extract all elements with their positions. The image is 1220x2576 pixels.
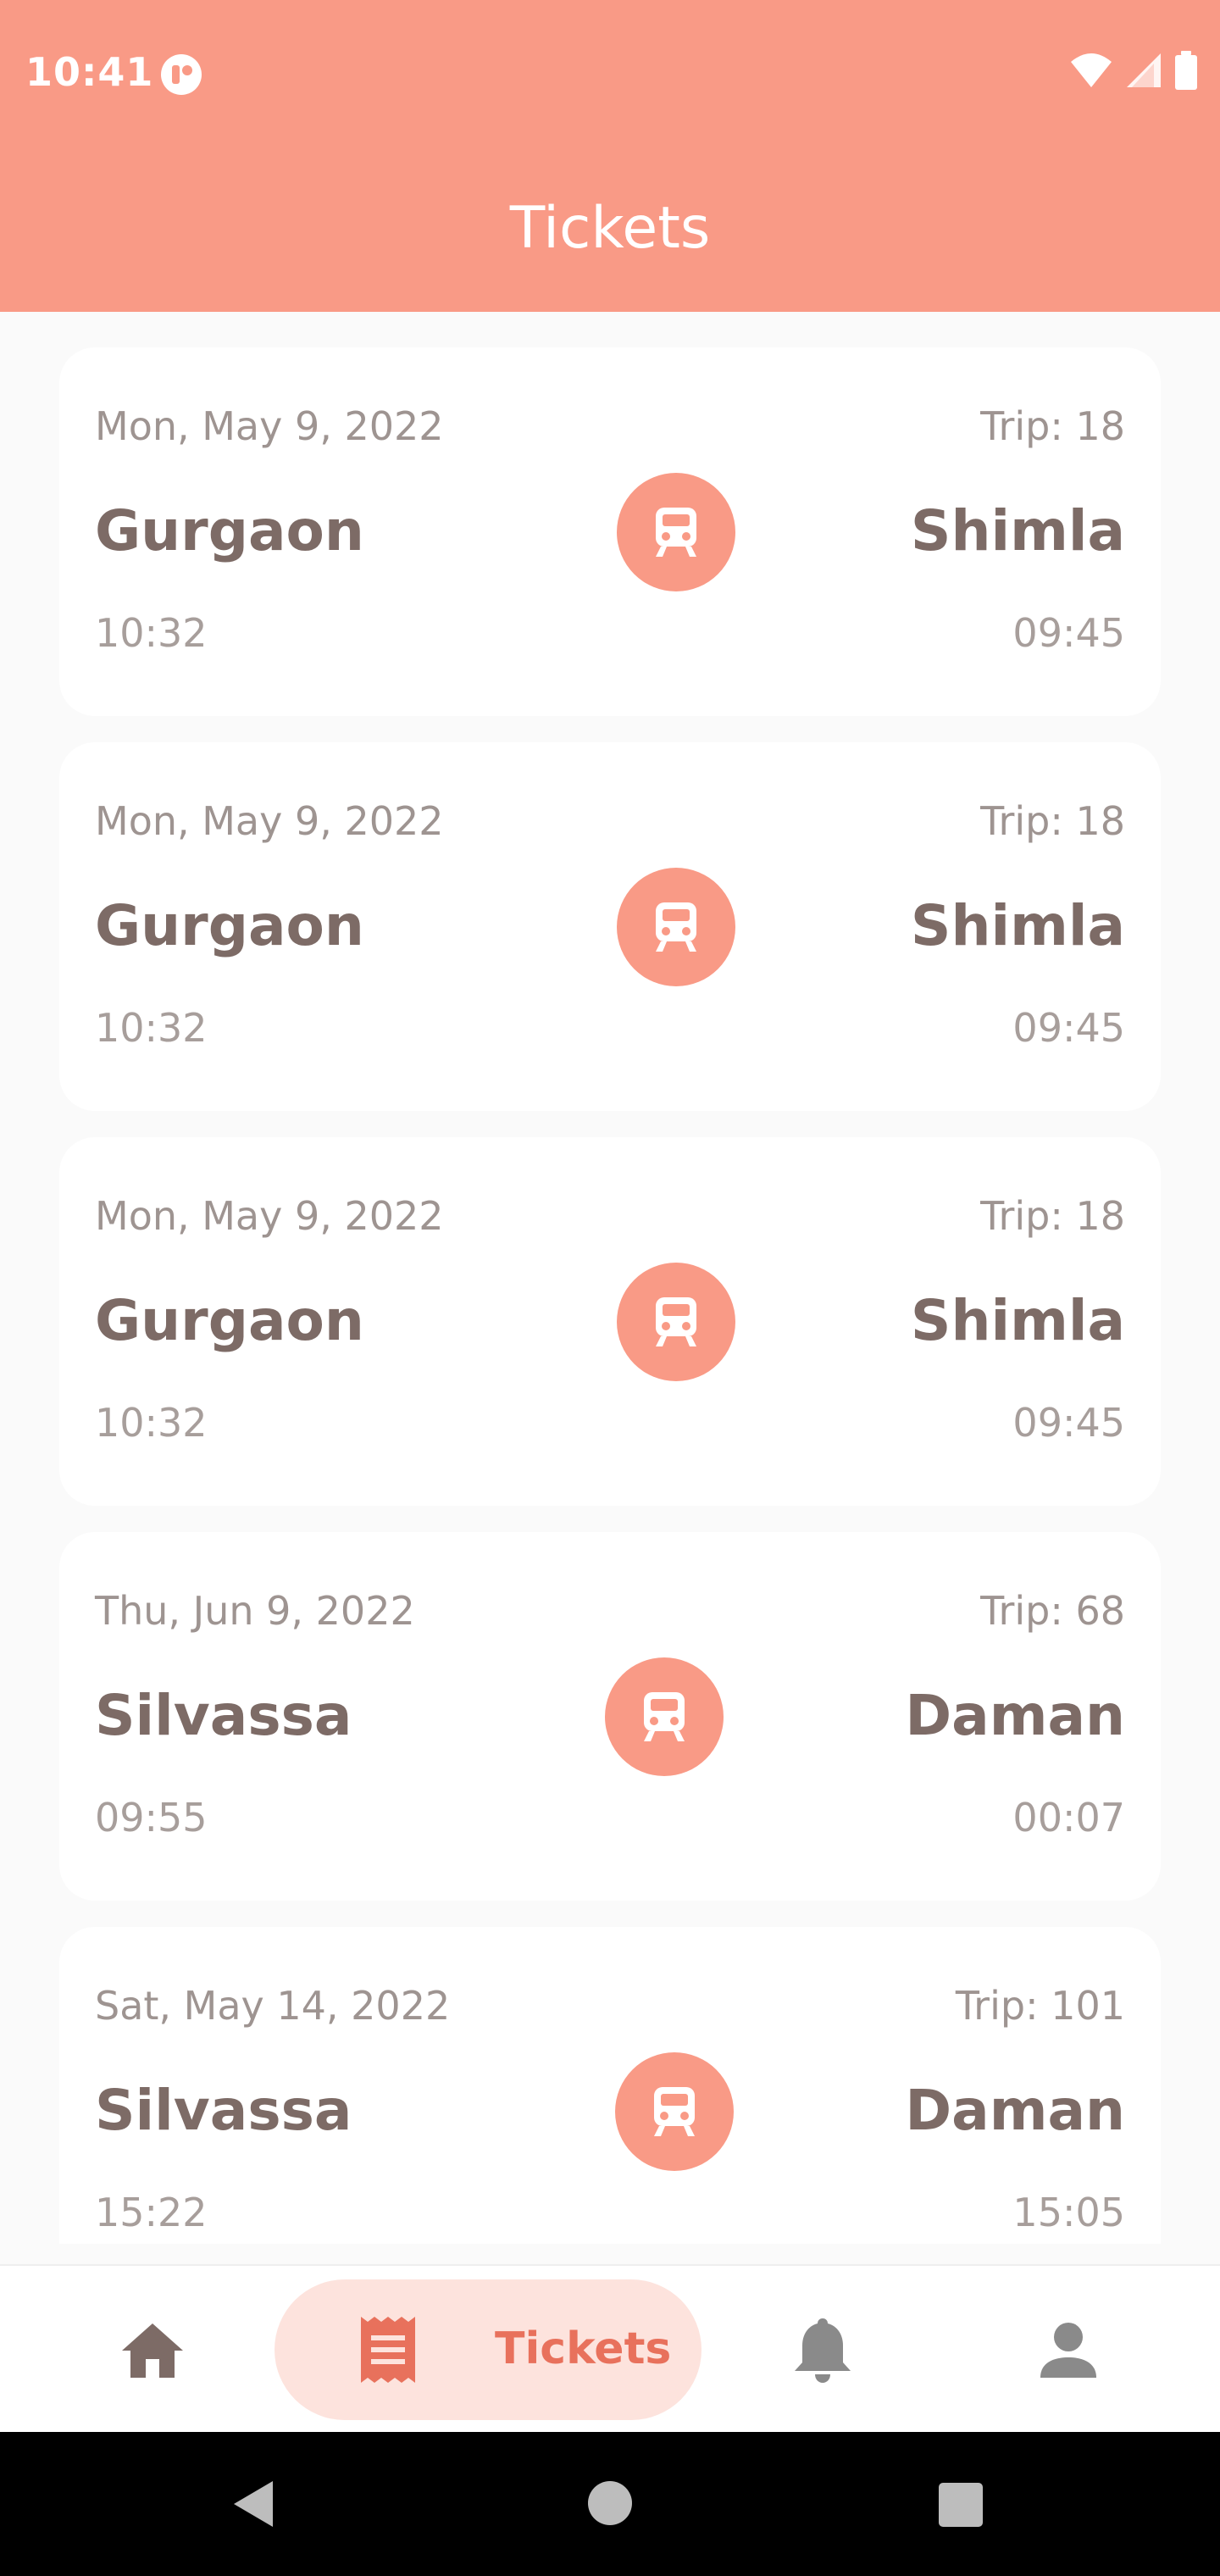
ticket-trip: Trip: 101 xyxy=(955,1983,1125,2029)
ticket-arrival-time: 00:07 xyxy=(1012,1795,1125,1840)
wifi-icon xyxy=(1069,52,1113,93)
battery-icon xyxy=(1174,51,1198,94)
ticket-date: Sat, May 14, 2022 xyxy=(95,1983,451,2029)
train-icon xyxy=(644,1692,685,1741)
ticket-departure-time: 10:32 xyxy=(95,1400,208,1446)
ticket-trip: Trip: 18 xyxy=(980,403,1125,449)
ticket-card[interactable]: Mon, May 9, 2022 Trip: 18 Gurgaon Shimla… xyxy=(59,742,1161,1111)
ticket-arrival-time: 15:05 xyxy=(1012,2190,1125,2235)
train-icon-badge xyxy=(615,2052,734,2171)
train-icon xyxy=(656,508,696,557)
ticket-card[interactable]: Thu, Jun 9, 2022 Trip: 68 Silvassa Daman… xyxy=(59,1532,1161,1901)
ticket-departure-time: 15:22 xyxy=(95,2190,208,2235)
train-icon xyxy=(656,902,696,952)
ticket-origin: Gurgaon xyxy=(95,893,364,958)
ticket-destination: Shimla xyxy=(910,893,1125,958)
nav-profile-button[interactable] xyxy=(1032,2313,1105,2386)
app-header: 10:41 Tickets xyxy=(0,0,1220,312)
ticket-date: Mon, May 9, 2022 xyxy=(95,403,444,449)
back-icon[interactable] xyxy=(227,2476,283,2532)
bottom-nav: Tickets xyxy=(0,2264,1220,2432)
ticket-date: Thu, Jun 9, 2022 xyxy=(95,1588,415,1634)
page-title: Tickets xyxy=(509,195,711,262)
person-icon xyxy=(1040,2323,1096,2378)
ticket-departure-time: 09:55 xyxy=(95,1795,208,1840)
ticket-trip: Trip: 68 xyxy=(980,1588,1125,1634)
ticket-destination: Shimla xyxy=(910,498,1125,564)
home-icon xyxy=(122,2323,183,2378)
ticket-destination: Daman xyxy=(905,1683,1125,1748)
ticket-departure-time: 10:32 xyxy=(95,1005,208,1051)
ticket-departure-time: 10:32 xyxy=(95,610,208,656)
ticket-destination: Daman xyxy=(905,2078,1125,2143)
train-icon-badge xyxy=(617,868,735,986)
ticket-arrival-time: 09:45 xyxy=(1012,1005,1125,1051)
nav-tickets-label: Tickets xyxy=(495,2323,672,2374)
nav-home-button[interactable] xyxy=(119,2317,186,2384)
ticket-trip: Trip: 18 xyxy=(980,1193,1125,1239)
ticket-card[interactable]: Mon, May 9, 2022 Trip: 18 Gurgaon Shimla… xyxy=(59,1137,1161,1506)
train-icon xyxy=(656,1297,696,1346)
status-time: 10:41 xyxy=(25,49,154,95)
ticket-origin: Gurgaon xyxy=(95,1288,364,1353)
recents-icon[interactable] xyxy=(939,2483,983,2527)
ticket-origin: Gurgaon xyxy=(95,498,364,564)
ticket-trip: Trip: 18 xyxy=(980,798,1125,844)
train-icon xyxy=(654,2087,695,2136)
ticket-icon xyxy=(352,2313,425,2386)
signal-icon xyxy=(1125,52,1162,93)
nav-tickets-button[interactable]: Tickets xyxy=(274,2279,702,2420)
train-icon-badge xyxy=(617,473,735,591)
home-button-icon[interactable] xyxy=(588,2481,632,2525)
ticket-destination: Shimla xyxy=(910,1288,1125,1353)
train-icon-badge xyxy=(605,1657,724,1776)
nav-notifications-button[interactable] xyxy=(786,2313,859,2386)
ticket-date: Mon, May 9, 2022 xyxy=(95,1193,444,1239)
notification-app-icon xyxy=(159,53,203,97)
ticket-arrival-time: 09:45 xyxy=(1012,610,1125,656)
ticket-card[interactable]: Sat, May 14, 2022 Trip: 101 Silvassa Dam… xyxy=(59,1927,1161,2244)
system-navigation-bar xyxy=(0,2432,1220,2576)
train-icon-badge xyxy=(617,1263,735,1381)
ticket-arrival-time: 09:45 xyxy=(1012,1400,1125,1446)
ticket-origin: Silvassa xyxy=(95,2078,352,2143)
bell-icon xyxy=(795,2318,851,2383)
status-bar: 10:41 xyxy=(0,0,1220,146)
ticket-card[interactable]: Mon, May 9, 2022 Trip: 18 Gurgaon Shimla… xyxy=(59,347,1161,716)
status-icons xyxy=(1069,51,1198,94)
ticket-origin: Silvassa xyxy=(95,1683,352,1748)
ticket-date: Mon, May 9, 2022 xyxy=(95,798,444,844)
ticket-list[interactable]: Mon, May 9, 2022 Trip: 18 Gurgaon Shimla… xyxy=(59,347,1161,2244)
